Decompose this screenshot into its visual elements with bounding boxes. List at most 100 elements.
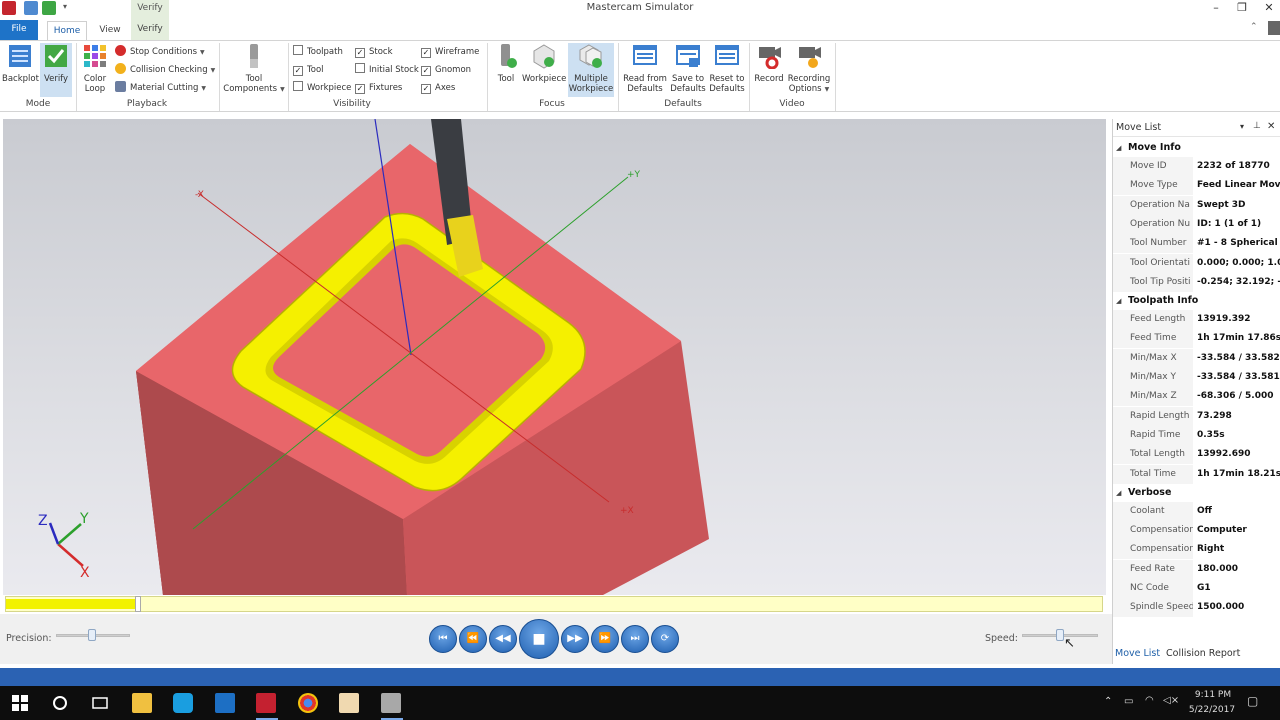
record-button[interactable]: Record <box>753 43 785 84</box>
clock-date[interactable]: 5/22/2017 <box>1186 705 1238 715</box>
focus-workpiece-button[interactable]: Workpiece <box>522 43 566 84</box>
panel-dropdown-icon[interactable]: ▾ <box>1240 122 1244 131</box>
collapse-arrow-icon[interactable]: ◢ <box>1116 292 1121 310</box>
focus-tool-button[interactable]: Tool <box>492 43 520 84</box>
tab-move-list[interactable]: Move List <box>1115 648 1160 659</box>
precision-slider-thumb[interactable] <box>88 629 96 641</box>
property-row[interactable]: Compensation Right <box>1113 540 1280 560</box>
speed-slider-thumb[interactable] <box>1056 629 1064 641</box>
wifi-icon[interactable]: ◠ <box>1145 695 1154 706</box>
tab-collision-report[interactable]: Collision Report <box>1166 648 1240 659</box>
property-value: 2232 of 18770 <box>1197 161 1270 171</box>
property-row[interactable]: Tool Tip Positi -0.254; 32.192; -1 <box>1113 272 1280 292</box>
pin-icon[interactable]: ⊥ <box>1253 121 1261 131</box>
tool-checkbox[interactable]: ✓ Tool <box>293 63 324 77</box>
save-to-defaults-button[interactable]: Save to Defaults <box>669 43 707 94</box>
property-row[interactable]: Rapid Length 73.298 <box>1113 406 1280 426</box>
file-explorer-icon[interactable] <box>132 693 152 713</box>
property-row[interactable]: Operation Na Swept 3D <box>1113 195 1280 215</box>
property-row[interactable]: Total Time 1h 17min 18.21s <box>1113 464 1280 484</box>
recording-options-button[interactable]: Recording Options ▼ <box>786 43 832 95</box>
backplot-label: Backplot <box>2 74 39 84</box>
property-row[interactable]: Total Length 13992.690 <box>1113 445 1280 465</box>
go-to-start-button[interactable]: ⏮ <box>429 625 457 653</box>
loop-button[interactable]: ⟳ <box>651 625 679 653</box>
help-icon[interactable] <box>1268 21 1280 35</box>
tool-components-button[interactable]: Tool Components ▼ <box>223 43 285 95</box>
outlook-icon[interactable] <box>215 693 235 713</box>
clock-time[interactable]: 9:11 PM <box>1190 690 1236 700</box>
volume-icon[interactable]: ◁× <box>1163 695 1179 706</box>
stop-conditions-button[interactable]: Stop Conditions ▼ <box>115 45 205 59</box>
maximize-icon[interactable]: ❐ <box>1229 0 1255 18</box>
play-button[interactable]: ▶▶ <box>561 625 589 653</box>
property-row[interactable]: Min/Max X -33.584 / 33.582 <box>1113 348 1280 368</box>
rewind-button[interactable]: ◀◀ <box>489 625 517 653</box>
axes-checkbox[interactable]: ✓ Axes <box>421 81 455 95</box>
tab-verify[interactable]: Verify <box>131 18 169 40</box>
property-row[interactable]: Feed Time 1h 17min 17.86s <box>1113 329 1280 349</box>
property-row[interactable]: Compensation Computer <box>1113 521 1280 541</box>
mastercam-icon[interactable] <box>256 693 276 713</box>
task-view-icon[interactable] <box>90 693 110 713</box>
verbose-section[interactable]: ◢ Verbose <box>1113 483 1280 502</box>
search-icon[interactable] <box>50 693 70 713</box>
tab-view[interactable]: View <box>96 21 124 40</box>
collision-checking-button[interactable]: Collision Checking ▼ <box>115 63 215 77</box>
workpiece-checkbox[interactable]: Workpiece <box>293 81 351 95</box>
property-row[interactable]: Feed Rate 180.000 <box>1113 559 1280 579</box>
property-row[interactable]: NC Code G1 <box>1113 579 1280 598</box>
progress-timeline[interactable] <box>5 596 1103 612</box>
property-row[interactable]: Tool Number #1 - 8 Spherical / <box>1113 234 1280 254</box>
property-row[interactable]: Tool Orientati 0.000; 0.000; 1.00 <box>1113 253 1280 273</box>
tab-file[interactable]: File <box>0 20 38 40</box>
property-row[interactable]: Feed Length 13919.392 <box>1113 310 1280 330</box>
property-row[interactable]: Rapid Time 0.35s <box>1113 425 1280 445</box>
timeline-handle[interactable] <box>135 596 142 612</box>
windows-start-icon[interactable] <box>10 693 30 713</box>
stop-button[interactable]: ■ <box>519 619 559 659</box>
property-row[interactable]: Spindle Speed 1500.000 <box>1113 598 1280 618</box>
move-info-section[interactable]: ◢ Move Info <box>1113 139 1280 157</box>
simulator-icon[interactable] <box>381 693 401 713</box>
initial-stock-checkbox[interactable]: Initial Stock <box>355 63 419 77</box>
gnomon-checkbox[interactable]: ✓ Gnomon <box>421 63 471 77</box>
wireframe-checkbox[interactable]: ✓ Wireframe <box>421 45 479 59</box>
stock-checkbox[interactable]: ✓ Stock <box>355 45 393 59</box>
step-forward-button[interactable]: ⏩ <box>591 625 619 653</box>
focus-multiple-workpiece-button[interactable]: Multiple Workpiece <box>568 43 614 97</box>
fixtures-checkbox[interactable]: ✓ Fixtures <box>355 81 402 95</box>
battery-icon[interactable]: ▭ <box>1124 696 1133 707</box>
reset-to-defaults-button[interactable]: Reset to Defaults <box>708 43 746 94</box>
backplot-button[interactable]: Backplot <box>2 43 39 84</box>
go-to-end-button[interactable]: ⏭ <box>621 625 649 653</box>
color-loop-button[interactable]: Color Loop <box>80 43 110 94</box>
tab-home[interactable]: Home <box>47 21 87 40</box>
collapse-arrow-icon[interactable]: ◢ <box>1116 484 1121 502</box>
tray-chevron-icon[interactable]: ⌃ <box>1104 696 1112 707</box>
panel-close-icon[interactable]: ✕ <box>1267 121 1275 132</box>
minimize-icon[interactable]: – <box>1203 0 1229 18</box>
playback-group-label: Playback <box>126 99 168 109</box>
simulation-viewport[interactable]: -X +Y +X X Y Z <box>3 119 1106 595</box>
close-icon[interactable]: ✕ <box>1256 0 1280 18</box>
skype-icon[interactable] <box>173 693 193 713</box>
property-row[interactable]: Min/Max Z -68.306 / 5.000 <box>1113 387 1280 407</box>
notifications-icon[interactable]: ▢ <box>1247 694 1258 708</box>
toolpath-checkbox[interactable]: Toolpath <box>293 45 343 59</box>
property-row[interactable]: Coolant Off <box>1113 501 1280 521</box>
property-row[interactable]: Move ID 2232 of 18770 <box>1113 157 1280 176</box>
chrome-icon[interactable] <box>298 693 318 713</box>
focus-group-label: Focus <box>539 99 565 109</box>
ribbon-collapse-icon[interactable]: ⌃ <box>1250 22 1258 32</box>
property-row[interactable]: Move Type Feed Linear Move <box>1113 176 1280 196</box>
app-icon[interactable] <box>339 693 359 713</box>
verify-button[interactable]: Verify <box>40 43 72 97</box>
step-back-button[interactable]: ⏪ <box>459 625 487 653</box>
collapse-arrow-icon[interactable]: ◢ <box>1116 139 1121 157</box>
material-cutting-button[interactable]: Material Cutting ▼ <box>115 81 206 95</box>
toolpath-info-section[interactable]: ◢ Toolpath Info <box>1113 292 1280 311</box>
property-row[interactable]: Min/Max Y -33.584 / 33.581 <box>1113 368 1280 387</box>
property-row[interactable]: Operation Nu ID: 1 (1 of 1) <box>1113 214 1280 234</box>
read-from-defaults-button[interactable]: Read from Defaults <box>622 43 668 94</box>
